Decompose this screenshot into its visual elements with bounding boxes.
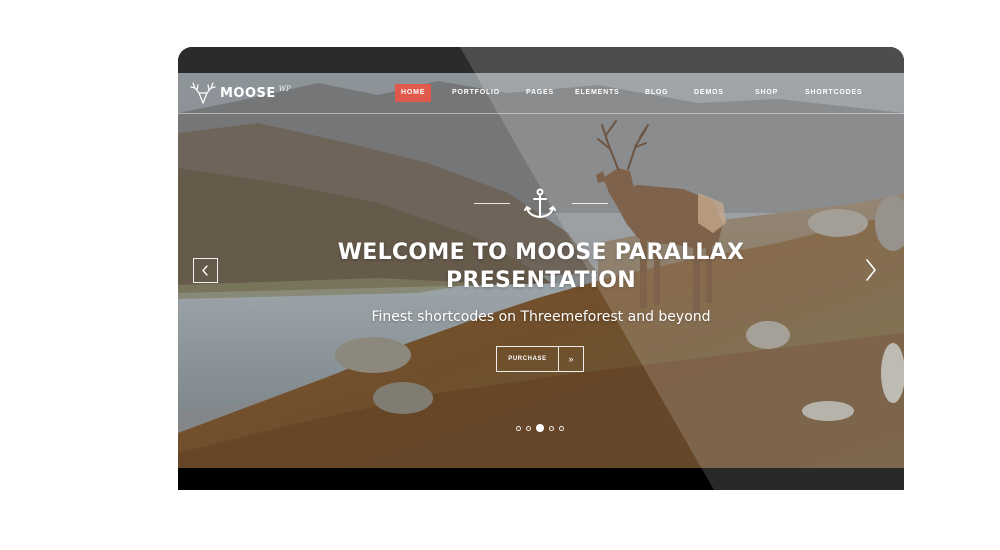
slider-dot-1[interactable] — [515, 425, 521, 431]
logo-superscript: WP — [278, 85, 291, 93]
purchase-button[interactable]: PURCHASE » — [496, 346, 584, 372]
top-navigation: MOOSE WP HOME PORTFOLIO PAGES ELEMENTS B… — [178, 73, 904, 114]
slider-pagination — [513, 424, 566, 432]
ornament-line-right — [572, 203, 608, 204]
nav-item-portfolio[interactable]: PORTFOLIO — [452, 84, 500, 102]
site-logo[interactable]: MOOSE WP — [190, 81, 291, 105]
nav-item-shop[interactable]: SHOP — [755, 84, 778, 102]
double-chevron-right-icon: » — [558, 347, 583, 371]
hero-title-line-1: WELCOME TO MOOSE PARALLAX — [337, 240, 745, 265]
nav-item-elements[interactable]: ELEMENTS — [575, 84, 620, 102]
ornament-line-left — [474, 203, 510, 204]
slider-next-button[interactable] — [863, 256, 879, 284]
chevron-left-icon — [202, 265, 208, 276]
device-frame: MOOSE WP HOME PORTFOLIO PAGES ELEMENTS B… — [178, 47, 904, 490]
nav-item-demos[interactable]: DEMOS — [694, 84, 724, 102]
hero-ornament — [474, 188, 608, 220]
nav-item-home[interactable]: HOME — [395, 84, 432, 102]
nav-item-shortcodes[interactable]: SHORTCODES — [805, 84, 862, 102]
deer-antlers-icon — [190, 82, 216, 105]
hero-subtitle: Finest shortcodes on Threemeforest and b… — [371, 309, 711, 325]
nav-item-blog[interactable]: BLOG — [645, 84, 668, 102]
purchase-label: PURCHASE — [508, 356, 547, 362]
slider-prev-button[interactable] — [193, 258, 218, 283]
slider-dot-5[interactable] — [558, 425, 564, 431]
slider-dot-3[interactable] — [535, 424, 544, 432]
anchor-icon — [524, 188, 556, 219]
chevron-right-icon — [866, 259, 877, 281]
slider-dot-4[interactable] — [548, 425, 554, 431]
device-bottom-bezel — [178, 468, 904, 490]
hero-title: WELCOME TO MOOSE PARALLAX PRESENTATION — [298, 239, 784, 295]
device-top-bezel — [178, 47, 904, 73]
slider-dot-2[interactable] — [525, 425, 531, 431]
website-screen: MOOSE WP HOME PORTFOLIO PAGES ELEMENTS B… — [178, 73, 904, 468]
hero-title-line-2: PRESENTATION — [446, 268, 636, 293]
logo-text: MOOSE — [220, 85, 276, 101]
nav-item-pages[interactable]: PAGES — [526, 84, 554, 102]
